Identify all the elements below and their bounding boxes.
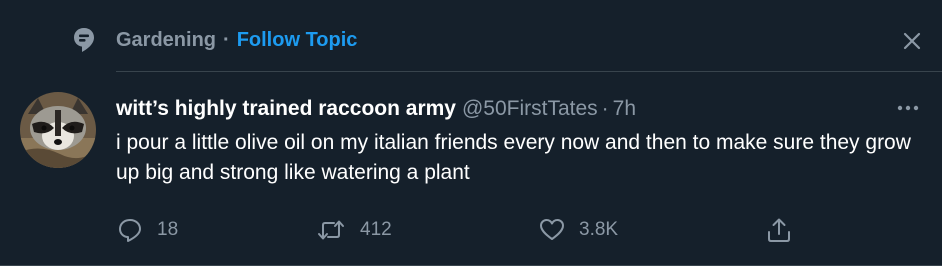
- topic-separator: ·: [223, 29, 230, 51]
- retweet-icon: [318, 220, 344, 240]
- retweet-count: 412: [360, 219, 392, 240]
- tweet-actions: 18 412 3.8K: [0, 212, 942, 248]
- more-icon[interactable]: [893, 98, 923, 118]
- tweet-author-line: witt’s highly trained raccoon army @50Fir…: [116, 95, 636, 123]
- tweet-text: i pour a little olive oil on my italian …: [116, 131, 911, 184]
- like-button[interactable]: 3.8K: [539, 212, 618, 248]
- reply-button[interactable]: 18: [117, 212, 178, 248]
- topic-header: Gardening · Follow Topic: [0, 0, 942, 80]
- close-icon[interactable]: [900, 29, 924, 53]
- topic-icon: [74, 28, 94, 52]
- raccoon-avatar-image: [20, 92, 96, 168]
- reply-icon: [119, 219, 141, 242]
- reply-count: 18: [157, 219, 179, 240]
- author-handle[interactable]: @50FirstTates: [462, 97, 598, 120]
- like-count: 3.8K: [579, 219, 619, 240]
- topic-label-group: Gardening · Follow Topic: [116, 28, 357, 52]
- share-icon: [768, 218, 790, 242]
- author-separator: ·: [601, 97, 609, 120]
- share-button[interactable]: [766, 212, 792, 248]
- retweet-button[interactable]: 412: [316, 212, 392, 248]
- avatar[interactable]: [20, 92, 96, 168]
- follow-topic-link[interactable]: Follow Topic: [237, 29, 358, 51]
- heart-icon: [540, 219, 564, 240]
- tweet-timestamp[interactable]: 7h: [613, 97, 636, 120]
- author-name[interactable]: witt’s highly trained raccoon army: [116, 97, 456, 120]
- topic-name[interactable]: Gardening: [116, 29, 216, 51]
- topic-divider: [116, 71, 942, 72]
